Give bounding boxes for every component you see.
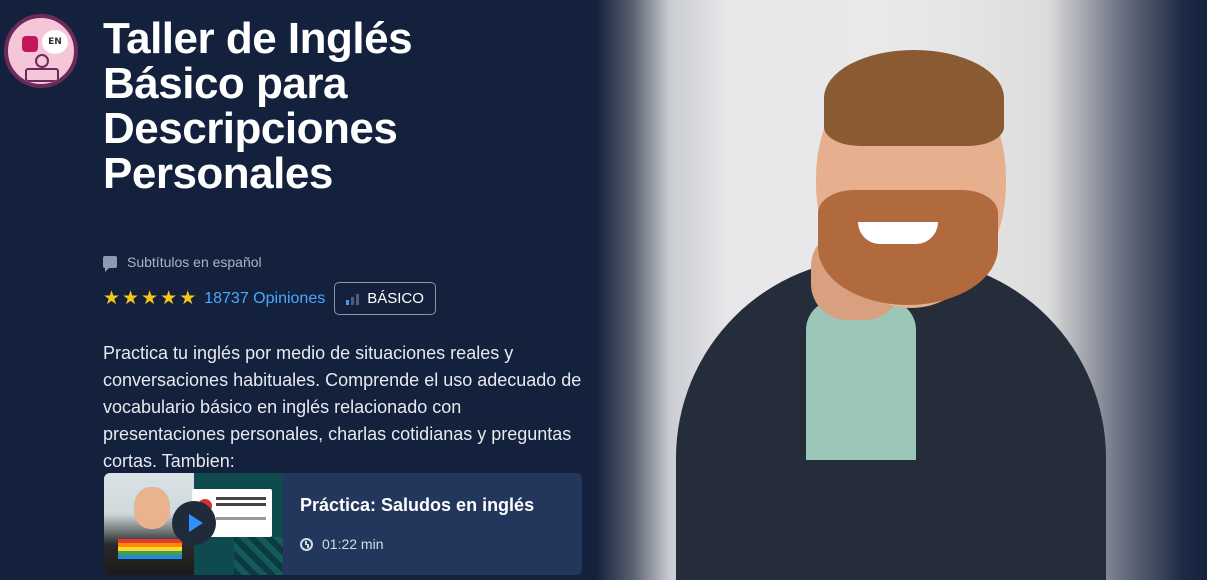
instructor-photo <box>596 0 1207 580</box>
course-logo: EN <box>4 14 78 88</box>
video-thumbnail[interactable] <box>104 473 283 575</box>
course-title: Taller de Inglés Básico para Descripcion… <box>103 14 413 198</box>
thumbnail-shirt <box>118 539 182 559</box>
rating-row: ★ ★ ★ ★ ★ 18737 Opiniones BÁSICO <box>103 282 436 315</box>
course-header: EN Taller de Inglés Básico para Descripc… <box>0 0 596 580</box>
duration-label: 01:22 min <box>322 536 384 552</box>
preview-lesson-card[interactable]: Práctica: Saludos en inglés 01:22 min <box>104 473 582 575</box>
subtitles-label: Subtítulos en español <box>127 254 262 270</box>
thumbnail-pattern <box>234 537 283 575</box>
course-description: Practica tu inglés por medio de situacio… <box>103 343 582 471</box>
speech-bubble-icon <box>22 36 38 52</box>
reviews-link[interactable]: 18737 Opiniones <box>204 290 325 308</box>
preview-info: Práctica: Saludos en inglés 01:22 min <box>283 473 534 575</box>
star-icon: ★ <box>122 288 140 309</box>
preview-title: Práctica: Saludos en inglés <box>300 495 535 515</box>
subtitles-info: Subtítulos en español <box>103 254 262 272</box>
play-icon[interactable] <box>172 501 216 545</box>
speaker-head-icon <box>35 54 49 68</box>
level-badge: BÁSICO <box>334 282 436 315</box>
podium-icon <box>25 68 59 82</box>
level-bars-icon <box>346 293 360 305</box>
preview-duration: 01:22 min <box>300 536 534 552</box>
chat-icon <box>103 256 117 272</box>
star-icon: ★ <box>103 288 121 309</box>
logo-badge: EN <box>42 30 68 54</box>
level-label: BÁSICO <box>367 290 424 307</box>
star-rating: ★ ★ ★ ★ ★ <box>103 289 196 308</box>
star-icon: ★ <box>141 288 159 309</box>
star-icon: ★ <box>179 288 197 309</box>
thumbnail-face <box>134 487 170 529</box>
clock-icon <box>300 537 313 551</box>
star-icon: ★ <box>160 288 178 309</box>
